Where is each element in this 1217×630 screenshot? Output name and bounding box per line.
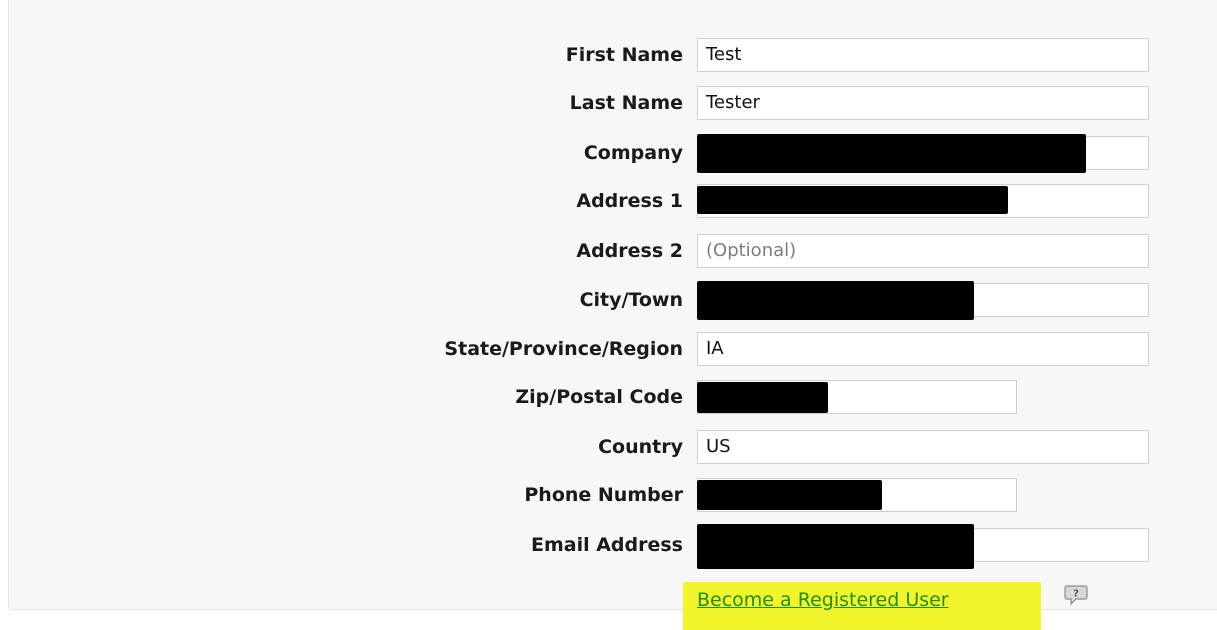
last-name-field[interactable]: Tester — [697, 86, 1149, 120]
address2-field[interactable]: (Optional) — [697, 234, 1149, 268]
zip-redaction — [697, 382, 828, 413]
country-label: Country — [598, 436, 683, 458]
first-name-value: Test — [706, 44, 742, 65]
last-name-value: Tester — [706, 92, 760, 113]
city-label: City/Town — [579, 289, 683, 311]
phone-redaction — [697, 480, 882, 510]
last-name-label: Last Name — [569, 92, 683, 114]
city-redaction — [697, 281, 974, 320]
state-field[interactable]: IA — [697, 332, 1149, 366]
state-label: State/Province/Region — [444, 338, 683, 360]
email-redaction — [697, 524, 974, 569]
phone-label: Phone Number — [524, 484, 683, 506]
country-field[interactable]: US — [697, 430, 1149, 464]
help-speech-bubble-icon[interactable]: ? — [1064, 584, 1088, 606]
country-value: US — [706, 436, 731, 457]
address1-redaction — [697, 186, 1008, 214]
company-label: Company — [583, 142, 683, 164]
first-name-label: First Name — [565, 44, 683, 66]
zip-label: Zip/Postal Code — [515, 386, 683, 408]
register-link[interactable]: Become a Registered User — [697, 589, 949, 611]
address2-label: Address 2 — [576, 240, 683, 262]
address1-label: Address 1 — [576, 190, 683, 212]
register-link-highlight: Become a Registered User — [683, 582, 1041, 630]
first-name-field[interactable]: Test — [697, 38, 1149, 72]
company-redaction — [697, 134, 1086, 173]
state-value: IA — [706, 338, 724, 359]
address2-placeholder: (Optional) — [706, 240, 797, 261]
svg-text:?: ? — [1073, 589, 1079, 600]
email-label: Email Address — [530, 534, 683, 556]
